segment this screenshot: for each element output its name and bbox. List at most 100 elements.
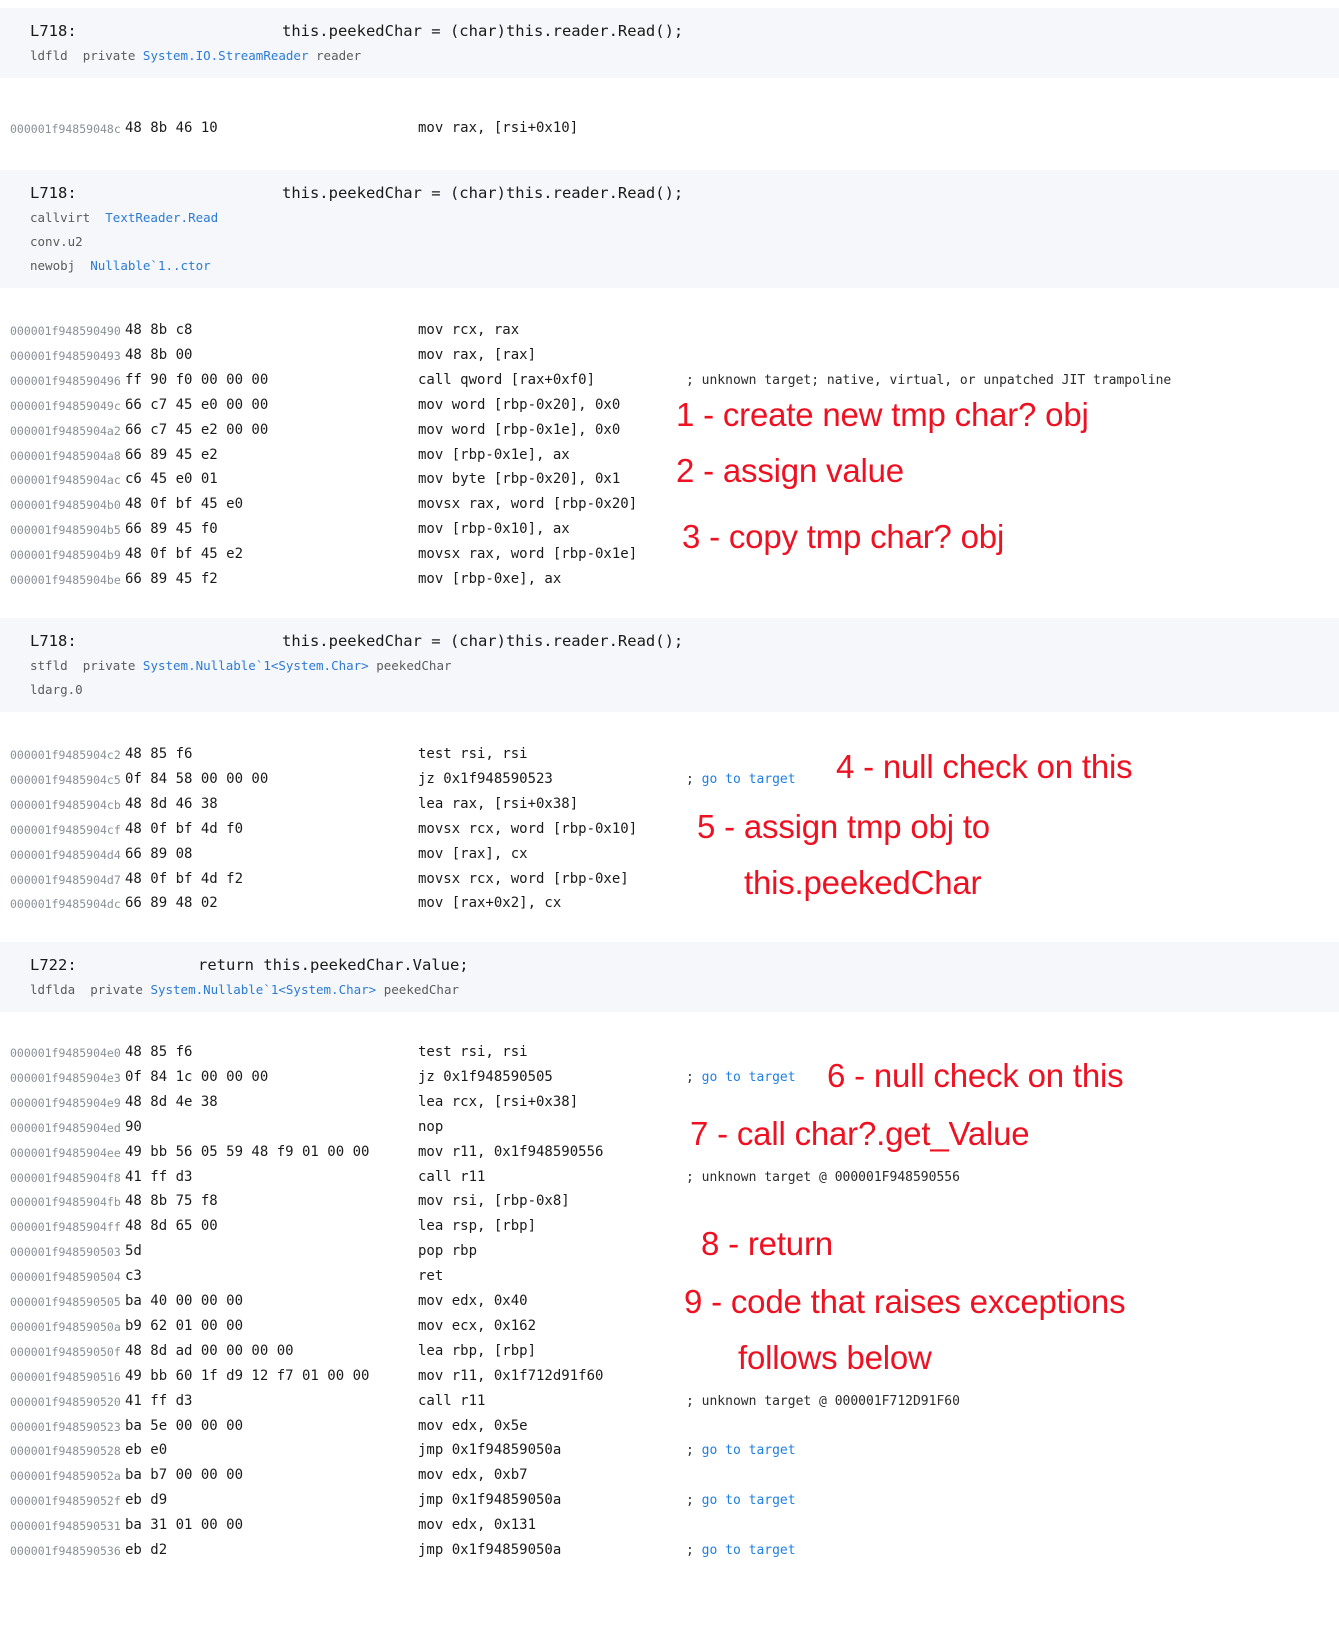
assembly-row[interactable]: 000001f94859052f eb d9 jmp 0x1f94859050a ; … — [0, 1490, 1339, 1515]
il-opcode: ldfld — [30, 48, 68, 63]
assembly-row[interactable]: 000001f9485904e3 0f 84 1c 00 00 00 jz 0x1f… — [0, 1067, 1339, 1092]
assembly-row[interactable]: 000001f9485904a2 66 c7 45 e2 00 00 mov wor… — [0, 420, 1339, 445]
assembly-row[interactable]: 000001f948590536 eb d2 jmp 0x1f94859050a ; … — [0, 1540, 1339, 1565]
assembly-row[interactable]: 000001f94859050a b9 62 01 00 00 mov ecx, 0… — [0, 1316, 1339, 1341]
il-type-link[interactable]: TextReader.Read — [105, 210, 218, 225]
red-annotation-9: 8 - return — [701, 1225, 833, 1262]
instruction-bytes: 0f 84 1c 00 00 00 — [125, 1068, 269, 1085]
assembly-row[interactable]: 000001f948590520 41 ff d3 call r11 ; unknow… — [0, 1391, 1339, 1416]
assembly-row[interactable]: 000001f9485904ed 90 nop — [0, 1117, 1339, 1142]
source-statement: this.peekedChar = (char)this.reader.Read… — [281, 22, 684, 40]
instruction-address: 000001f9485904cf — [10, 822, 121, 837]
assembly-row[interactable]: 000001f9485904c2 48 85 f6 test rsi, rsi — [0, 744, 1339, 769]
instruction-mnemonic: mov edx, 0xb7 — [418, 1467, 528, 1484]
source-block: L718: this.peekedChar = (char)this.reade… — [0, 170, 1339, 288]
assembly-row[interactable]: 000001f948590523 ba 5e 00 00 00 mov edx, 0… — [0, 1416, 1339, 1441]
assembly-row[interactable]: 000001f948590505 ba 40 00 00 00 mov edx, 0… — [0, 1291, 1339, 1316]
instruction-address: 000001f948590493 — [10, 348, 121, 363]
instruction-address: 000001f94859052f — [10, 1494, 121, 1509]
assembly-row[interactable]: 000001f948590490 48 8b c8 mov rcx, rax — [0, 320, 1339, 345]
assembly-row[interactable]: 000001f9485904e0 48 85 f6 test rsi, rsi — [0, 1042, 1339, 1067]
instruction-mnemonic: mov [rax], cx — [418, 845, 528, 862]
instruction-mnemonic: lea rbp, [rbp] — [418, 1342, 537, 1359]
instruction-mnemonic: jmp 0x1f94859050a — [418, 1492, 562, 1509]
instruction-address: 000001f9485904ff — [10, 1220, 121, 1235]
assembly-row[interactable]: 000001f948590503 5d pop rbp — [0, 1241, 1339, 1266]
instruction-mnemonic: pop rbp — [418, 1243, 478, 1260]
red-annotation-2: 2 - assign value — [676, 452, 904, 489]
instruction-address: 000001f9485904f8 — [10, 1170, 121, 1185]
go-to-target-link[interactable]: go to target — [702, 1443, 796, 1458]
instruction-address: 000001f948590504 — [10, 1270, 121, 1285]
assembly-row[interactable]: 000001f9485904ac c6 45 e0 01 mov byte [rbp… — [0, 469, 1339, 494]
instruction-bytes: c3 — [125, 1268, 142, 1285]
instruction-mnemonic: lea rcx, [rsi+0x38] — [418, 1093, 579, 1110]
assembly-row[interactable]: 000001f948590496 ff 90 f0 00 00 00 call qw… — [0, 370, 1339, 395]
instruction-mnemonic: mov edx, 0x5e — [418, 1417, 528, 1434]
assembly-row[interactable]: 000001f9485904dc 66 89 48 02 mov [rax+0x2]… — [0, 893, 1339, 918]
instruction-mnemonic: mov rax, [rax] — [418, 346, 537, 363]
assembly-row[interactable]: 000001f948590516 49 bb 60 1f d9 12 f7 01 … — [0, 1366, 1339, 1391]
assembly-row[interactable]: 000001f9485904f8 41 ff d3 call r11 ; unknow… — [0, 1167, 1339, 1192]
il-type-link[interactable]: System.Nullable`1<System.Char> — [143, 658, 369, 673]
assembly-row[interactable]: 000001f948590493 48 8b 00 mov rax, [rax] — [0, 345, 1339, 370]
instruction-comment: ; go to target — [686, 771, 796, 787]
assembly-row[interactable]: 000001f948590528 eb e0 jmp 0x1f94859050a ; … — [0, 1440, 1339, 1465]
assembly-row[interactable]: 000001f9485904c5 0f 84 58 00 00 00 jz 0x1f… — [0, 769, 1339, 794]
assembly-row[interactable]: 000001f9485904ff 48 8d 65 00 lea rsp, [rbp… — [0, 1216, 1339, 1241]
instruction-bytes: 0f 84 58 00 00 00 — [125, 770, 269, 787]
il-type-link[interactable]: System.IO.StreamReader — [143, 48, 309, 63]
il-opcode: stfld — [30, 658, 68, 673]
assembly-row[interactable]: 000001f9485904fb 48 8b 75 f8 mov rsi, [rbp… — [0, 1191, 1339, 1216]
instruction-mnemonic: call r11 — [418, 1168, 486, 1185]
instruction-mnemonic: mov edx, 0x40 — [418, 1293, 528, 1309]
assembly-row[interactable]: 000001f9485904d7 48 0f bf 4d f2 movsx rcx,… — [0, 869, 1339, 894]
source-statement: this.peekedChar = (char)this.reader.Read… — [281, 632, 684, 650]
assembly-row[interactable]: 000001f94859048c 48 8b 46 10 mov rax, [rsi… — [0, 118, 1339, 143]
assembly-row[interactable]: 000001f9485904a8 66 89 45 e2 mov [rbp-0x1e… — [0, 445, 1339, 470]
instruction-comment: ; unknown target @ 000001F712D91F60 — [686, 1393, 960, 1409]
instruction-address: 000001f94859049c — [10, 398, 121, 413]
assembly-row[interactable]: 000001f9485904d4 66 89 08 mov [rax], cx — [0, 844, 1339, 869]
source-statement-line: L718: this.peekedChar = (char)this.reade… — [0, 628, 1339, 654]
assembly-row[interactable]: 000001f94859049c 66 c7 45 e0 00 00 mov wor… — [0, 395, 1339, 420]
red-annotation-5: 5 - assign tmp obj to — [697, 808, 990, 845]
go-to-target-link[interactable]: go to target — [702, 1493, 796, 1508]
assembly-row[interactable]: 000001f948590531 ba 31 01 00 00 mov edx, 0… — [0, 1515, 1339, 1540]
assembly-row[interactable]: 000001f94859050f 48 8d ad 00 00 00 00 lea … — [0, 1341, 1339, 1366]
go-to-target-link[interactable]: go to target — [702, 1070, 796, 1085]
instruction-address: 000001f948590523 — [10, 1419, 121, 1434]
assembly-row[interactable]: 000001f9485904e9 48 8d 4e 38 lea rcx, [rsi… — [0, 1092, 1339, 1117]
instruction-address: 000001f9485904b0 — [10, 498, 121, 513]
source-label: L718: — [30, 632, 77, 650]
instruction-bytes: 41 ff d3 — [125, 1168, 193, 1185]
instruction-bytes: 48 8b 46 10 — [125, 120, 218, 136]
assembly-row[interactable]: 000001f94859052a ba b7 00 00 00 mov edx, 0… — [0, 1465, 1339, 1490]
il-type-link[interactable]: Nullable`1..ctor — [90, 258, 210, 273]
red-annotation-4: 4 - null check on this — [836, 748, 1133, 785]
instruction-address: 000001f9485904d7 — [10, 872, 121, 887]
il-type-link[interactable]: System.Nullable`1<System.Char> — [150, 982, 376, 997]
red-annotation-1: 1 - create new tmp char? obj — [676, 396, 1089, 433]
assembly-row[interactable]: 000001f9485904b9 48 0f bf 45 e2 movsx rax,… — [0, 544, 1339, 569]
instruction-mnemonic: mov rax, [rsi+0x10] — [418, 120, 579, 136]
assembly-row[interactable]: 000001f9485904ee 49 bb 56 05 59 48 f9 01 … — [0, 1142, 1339, 1167]
assembly-row[interactable]: 000001f948590504 c3 ret — [0, 1266, 1339, 1291]
instruction-bytes: 41 ff d3 — [125, 1392, 193, 1409]
assembly-row[interactable]: 000001f9485904b0 48 0f bf 45 e0 movsx rax,… — [0, 494, 1339, 519]
instruction-bytes: 5d — [125, 1243, 142, 1260]
go-to-target-link[interactable]: go to target — [702, 772, 796, 787]
instruction-bytes: 48 8d 46 38 — [125, 795, 218, 812]
assembly-row[interactable]: 000001f9485904be 66 89 45 f2 mov [rbp-0xe]… — [0, 569, 1339, 594]
assembly-row[interactable]: 000001f9485904cf 48 0f bf 4d f0 movsx rcx,… — [0, 819, 1339, 844]
red-annotation-8: 7 - call char?.get_Value — [690, 1115, 1030, 1152]
red-annotation-7: 6 - null check on this — [827, 1057, 1124, 1094]
assembly-row[interactable]: 000001f9485904cb 48 8d 46 38 lea rax, [rsi… — [0, 794, 1339, 819]
assembly-row[interactable]: 000001f9485904b5 66 89 45 f0 mov [rbp-0x10… — [0, 519, 1339, 544]
instruction-bytes: 49 bb 60 1f d9 12 f7 01 00 00 — [125, 1367, 370, 1384]
il-keyword: private — [82, 658, 136, 673]
go-to-target-link[interactable]: go to target — [702, 1543, 796, 1558]
instruction-address: 000001f94859050a — [10, 1319, 121, 1334]
il-instruction-line: ldfld private System.IO.StreamReader rea… — [0, 44, 1339, 68]
il-opcode: conv.u2 — [30, 234, 83, 249]
